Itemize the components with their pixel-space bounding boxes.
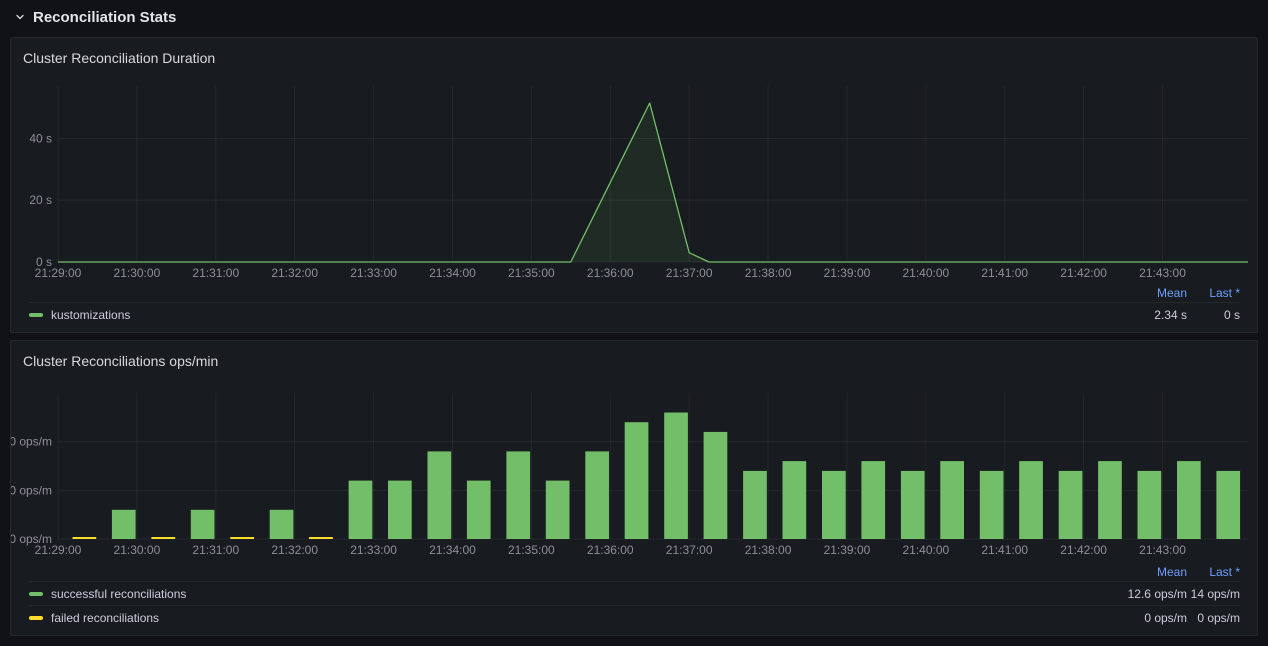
x-tick-label: 21:39:00	[824, 266, 871, 280]
bar-series-0	[388, 481, 412, 539]
y-tick-label: 10 ops/m	[11, 483, 52, 497]
bar-series-0	[980, 471, 1004, 539]
x-tick-label: 21:37:00	[666, 266, 713, 280]
section-header-reconciliation-stats[interactable]: Reconciliation Stats	[10, 4, 1258, 30]
series-color-swatch	[29, 616, 43, 620]
series-last-value: 14 ops/m	[1187, 587, 1240, 601]
legend-last-header[interactable]: Last *	[1187, 565, 1240, 579]
y-tick-label: 20 s	[29, 193, 52, 207]
panel-title[interactable]: Cluster Reconciliation Duration	[11, 38, 1257, 74]
bar-series-0	[625, 422, 649, 539]
bar-series-0	[191, 510, 215, 539]
x-tick-label: 21:40:00	[902, 266, 949, 280]
bar-series-0	[1177, 461, 1201, 539]
bar-series-0	[112, 510, 136, 539]
series-mean-value: 12.6 ops/m	[1077, 587, 1187, 601]
legend-last-header[interactable]: Last *	[1187, 286, 1240, 300]
x-tick-label: 21:41:00	[981, 543, 1028, 557]
x-tick-label: 21:37:00	[666, 543, 713, 557]
legend-mean-header[interactable]: Mean	[1077, 286, 1187, 300]
panel-cluster-reconciliations-ops-min: Cluster Reconciliations ops/min 21:29:00…	[10, 340, 1258, 636]
x-tick-label: 21:33:00	[350, 543, 397, 557]
x-tick-label: 21:42:00	[1060, 266, 1107, 280]
x-tick-label: 21:36:00	[587, 543, 634, 557]
bar-series-1	[230, 537, 254, 539]
ops-chart-canvas[interactable]: 21:29:0021:30:0021:31:0021:32:0021:33:00…	[11, 377, 1255, 563]
series-color-swatch	[29, 313, 43, 317]
series-label[interactable]: successful reconciliations	[51, 587, 1077, 601]
series-area-fill	[58, 103, 1248, 262]
bar-series-0	[546, 481, 570, 539]
bar-series-0	[1216, 471, 1240, 539]
legend-item-successful-reconciliations: successful reconciliations 12.6 ops/m 14…	[29, 581, 1240, 605]
legend-header: Mean Last *	[29, 284, 1240, 302]
x-tick-label: 21:38:00	[745, 543, 792, 557]
bar-series-0	[1138, 471, 1162, 539]
x-tick-label: 21:35:00	[508, 543, 555, 557]
bar-series-0	[783, 461, 807, 539]
chevron-down-icon	[14, 11, 26, 23]
x-tick-label: 21:38:00	[745, 266, 792, 280]
x-tick-label: 21:32:00	[271, 543, 318, 557]
series-color-swatch	[29, 592, 43, 596]
bar-series-0	[428, 451, 452, 539]
bar-series-0	[270, 510, 294, 539]
x-tick-label: 21:43:00	[1139, 543, 1186, 557]
x-tick-label: 21:39:00	[824, 543, 871, 557]
bar-series-1	[151, 537, 175, 539]
series-label[interactable]: failed reconciliations	[51, 611, 1077, 625]
x-tick-label: 21:31:00	[192, 543, 239, 557]
y-tick-label: 20 ops/m	[11, 435, 52, 449]
x-tick-label: 21:43:00	[1139, 266, 1186, 280]
panel-cluster-reconciliation-duration: Cluster Reconciliation Duration 21:29:00…	[10, 37, 1258, 333]
legend-mean-header[interactable]: Mean	[1077, 565, 1187, 579]
bar-series-0	[822, 471, 846, 539]
legend: Mean Last * successful reconciliations 1…	[11, 563, 1257, 635]
series-label[interactable]: kustomizations	[51, 308, 1077, 322]
x-tick-label: 21:40:00	[902, 543, 949, 557]
bar-series-1	[73, 537, 97, 539]
bar-series-0	[1098, 461, 1122, 539]
bar-series-1	[309, 537, 333, 539]
legend: Mean Last * kustomizations 2.34 s 0 s	[11, 284, 1257, 332]
x-tick-label: 21:31:00	[192, 266, 239, 280]
x-tick-label: 21:32:00	[271, 266, 318, 280]
bar-series-0	[349, 481, 373, 539]
series-mean-value: 2.34 s	[1077, 308, 1187, 322]
section-title: Reconciliation Stats	[33, 9, 176, 26]
legend-header: Mean Last *	[29, 563, 1240, 581]
bar-series-0	[940, 461, 964, 539]
series-mean-value: 0 ops/m	[1077, 611, 1187, 625]
bar-series-0	[861, 461, 885, 539]
y-tick-label: 0 ops/m	[11, 532, 52, 546]
x-tick-label: 21:30:00	[114, 266, 161, 280]
x-tick-label: 21:30:00	[114, 543, 161, 557]
x-tick-label: 21:34:00	[429, 266, 476, 280]
y-tick-label: 40 s	[29, 131, 52, 145]
bar-series-0	[585, 451, 609, 539]
x-tick-label: 21:41:00	[981, 266, 1028, 280]
x-tick-label: 21:42:00	[1060, 543, 1107, 557]
bar-series-0	[664, 413, 688, 540]
x-tick-label: 21:33:00	[350, 266, 397, 280]
duration-chart-canvas[interactable]: 21:29:0021:30:0021:31:0021:32:0021:33:00…	[11, 74, 1255, 284]
x-tick-label: 21:35:00	[508, 266, 555, 280]
bar-series-0	[743, 471, 767, 539]
bar-series-0	[901, 471, 925, 539]
y-tick-label: 0 s	[36, 255, 52, 269]
bar-series-0	[467, 481, 491, 539]
panel-title[interactable]: Cluster Reconciliations ops/min	[11, 341, 1257, 377]
bar-series-0	[1019, 461, 1043, 539]
bar-series-0	[506, 451, 530, 539]
x-tick-label: 21:34:00	[429, 543, 476, 557]
bar-series-0	[1059, 471, 1083, 539]
legend-item-kustomizations: kustomizations 2.34 s 0 s	[29, 302, 1240, 326]
legend-item-failed-reconciliations: failed reconciliations 0 ops/m 0 ops/m	[29, 605, 1240, 629]
series-last-value: 0 s	[1187, 308, 1240, 322]
x-tick-label: 21:36:00	[587, 266, 634, 280]
series-last-value: 0 ops/m	[1187, 611, 1240, 625]
bar-series-0	[704, 432, 728, 539]
